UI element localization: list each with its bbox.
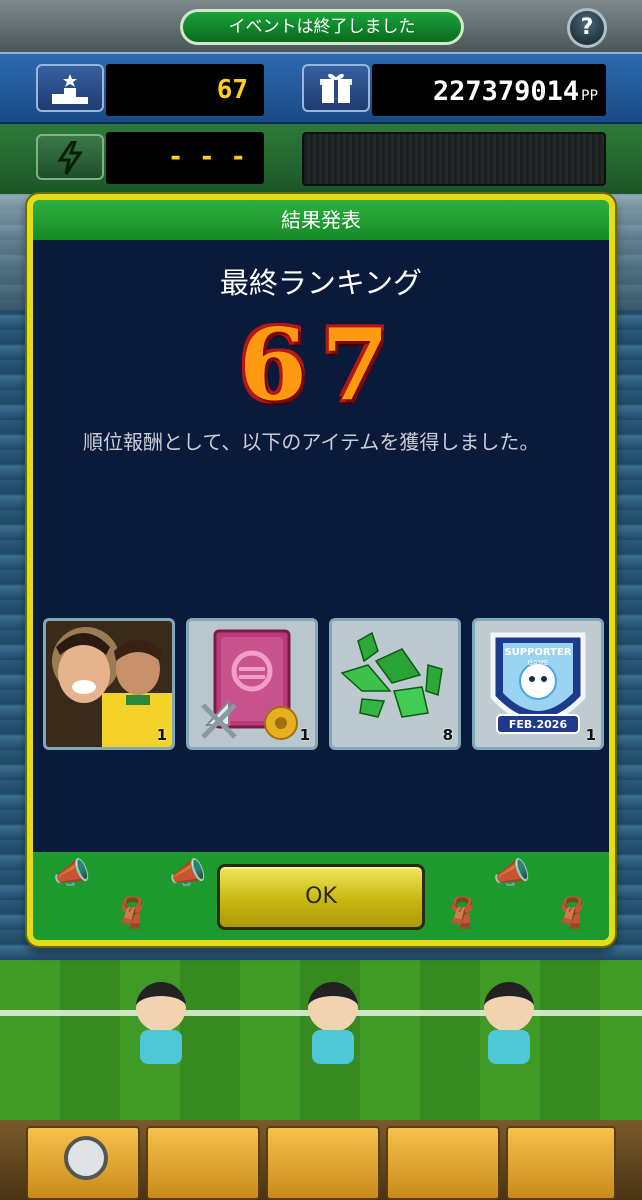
final-ranking-label: 最終ランキング — [219, 266, 423, 300]
megaphone-icon: 📣 — [53, 856, 91, 891]
pp-balance: 227379014 PP — [372, 64, 606, 116]
ranking-value: 67 — [106, 64, 264, 116]
results-modal: 結果発表 最終ランキング 67 順位報酬として、以下のアイテムを獲得しました。 … — [27, 194, 615, 946]
info-panel — [302, 132, 606, 186]
pp-value: 227379014 — [432, 76, 580, 107]
reward-description: 順位報酬として、以下のアイテムを獲得しました。 — [83, 430, 540, 454]
ok-button[interactable]: OK — [217, 864, 425, 930]
final-ranking-number: 67 — [238, 308, 404, 423]
player-card-icon — [46, 621, 172, 747]
megaphone-icon: 📣 — [169, 856, 207, 891]
supporter-badge-icon: SUPPORTER GAME FEB.2026 — [475, 621, 601, 747]
modal-footer: 📣 📣 📣 🧣 🧣 🧣 OK — [33, 852, 609, 940]
event-status-notice: イベントは終了しました — [180, 9, 464, 45]
nav-team-management[interactable] — [266, 1126, 380, 1200]
efootball-logo-icon — [64, 1136, 108, 1180]
badge-top-text: SUPPORTER — [504, 647, 571, 658]
reward-item-supporter-badge[interactable]: SUPPORTER GAME FEB.2026 1 — [472, 618, 604, 750]
green-crystal-icon — [332, 621, 458, 747]
scarf-icon: 🧣 — [113, 896, 151, 931]
megaphone-icon: 📣 — [493, 856, 531, 891]
energy-value: - - - — [106, 132, 264, 184]
reward-count: 1 — [156, 726, 167, 744]
reward-count: 1 — [299, 726, 310, 744]
efootball-contract-icon — [189, 621, 315, 747]
nav-match[interactable] — [146, 1126, 260, 1200]
nav-mypage[interactable] — [26, 1126, 140, 1200]
modal-body: 最終ランキング 67 順位報酬として、以下のアイテムを獲得しました。 1 1 8… — [33, 240, 609, 852]
badge-date-text: FEB.2026 — [509, 718, 568, 731]
scarf-icon: 🧣 — [553, 896, 591, 931]
reward-count: 8 — [442, 726, 453, 744]
reward-count: 1 — [585, 726, 596, 744]
modal-title: 結果発表 — [33, 200, 609, 240]
mascot-right — [478, 982, 540, 1082]
nav-gacha[interactable] — [506, 1126, 616, 1200]
gift-icon — [302, 64, 370, 112]
stats-row-energy: - - - — [0, 124, 642, 194]
scarf-icon: 🧣 — [443, 896, 481, 931]
nav-players[interactable] — [386, 1126, 500, 1200]
help-button[interactable]: ? — [567, 8, 607, 48]
stats-row-ranking: 67 227379014 PP — [0, 52, 642, 124]
reward-item-crystals[interactable]: 8 — [329, 618, 461, 750]
bottom-nav — [0, 1120, 642, 1200]
badge-mid-text: GAME — [528, 659, 549, 667]
mascot-center — [302, 982, 364, 1082]
pp-unit: PP — [581, 88, 598, 104]
top-bar: イベントは終了しました ? — [0, 0, 642, 52]
lightning-icon — [36, 134, 104, 180]
reward-item-contract[interactable]: 1 — [186, 618, 318, 750]
podium-icon — [36, 64, 104, 112]
mascot-left — [130, 982, 192, 1082]
reward-item-player-card[interactable]: 1 — [43, 618, 175, 750]
